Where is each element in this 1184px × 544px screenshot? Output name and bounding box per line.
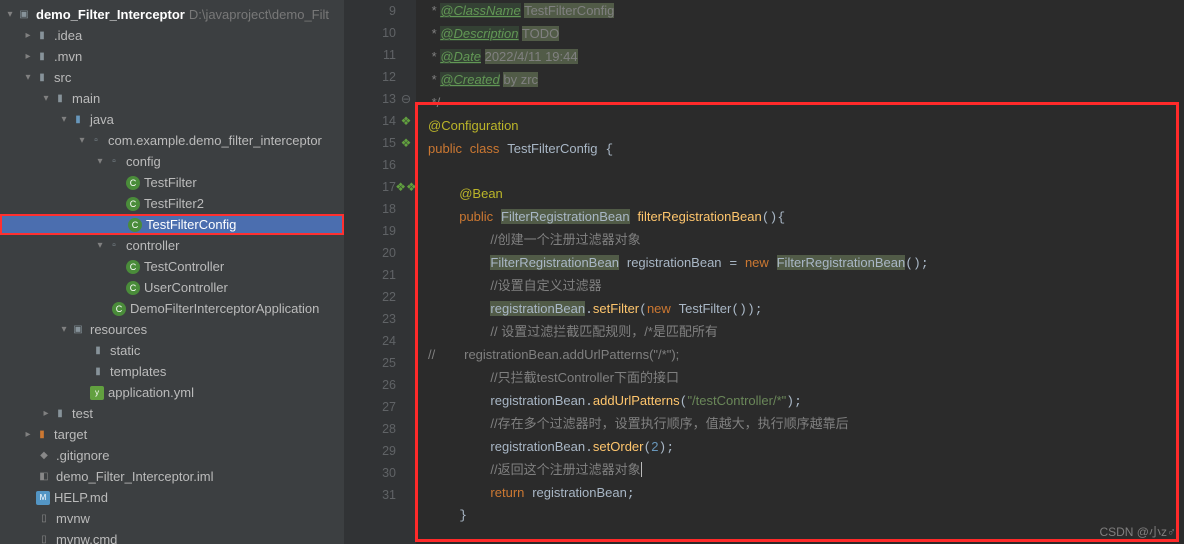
line-number: 26 [344, 374, 396, 396]
file-icon: ▯ [36, 532, 52, 544]
line-number: 12 [344, 66, 396, 88]
resources-folder-icon: ▣ [70, 322, 86, 338]
tree-item[interactable]: CTestFilter [0, 172, 344, 193]
fold-icon[interactable]: ⊖ [398, 88, 414, 110]
chevron-down-icon: ▾ [94, 156, 106, 167]
line-number: 11 [344, 44, 396, 66]
tree-item[interactable]: ▸▮.idea [0, 25, 344, 46]
tree-item[interactable]: CTestFilter2 [0, 193, 344, 214]
tree-item[interactable]: CDemoFilterInterceptorApplication [0, 298, 344, 319]
line-number: 27 [344, 396, 396, 418]
class-icon: C [126, 197, 140, 211]
line-number: 29 [344, 440, 396, 462]
tree-item[interactable]: CTestController [0, 256, 344, 277]
line-number: 17 [344, 176, 396, 198]
tree-item-selected[interactable]: CTestFilterConfig [0, 214, 344, 235]
gutter-bean-icon[interactable]: ❖❖ [398, 176, 414, 198]
project-tree[interactable]: ▾ ▣ demo_Filter_Interceptor D:\javaproje… [0, 0, 344, 544]
line-number: 15 [344, 132, 396, 154]
line-number: 20 [344, 242, 396, 264]
class-icon: C [126, 176, 140, 190]
class-icon: C [128, 218, 142, 232]
tree-item[interactable]: ▾▫com.example.demo_filter_interceptor [0, 130, 344, 151]
chevron-down-icon: ▾ [58, 324, 70, 335]
chevron-down-icon: ▾ [4, 9, 16, 20]
line-number: 18 [344, 198, 396, 220]
tree-item[interactable]: ▸▮target [0, 424, 344, 445]
excluded-folder-icon: ▮ [34, 427, 50, 443]
line-number: 14 [344, 110, 396, 132]
tree-item[interactable]: ◆.gitignore [0, 445, 344, 466]
tree-item[interactable]: ▯mvnw.cmd [0, 529, 344, 544]
chevron-right-icon: ▸ [22, 429, 34, 440]
yaml-file-icon: y [90, 386, 104, 400]
folder-icon: ▮ [34, 70, 50, 86]
tree-item[interactable]: ▾▫controller [0, 235, 344, 256]
folder-icon: ▮ [34, 49, 50, 65]
line-number: 24 [344, 330, 396, 352]
line-number: 23 [344, 308, 396, 330]
source-folder-icon: ▮ [70, 112, 86, 128]
gutter: 9 10 11 12 13 14 15 16 17 18 19 20 21 22… [344, 0, 416, 544]
tree-item[interactable]: ▾▮java [0, 109, 344, 130]
chevron-right-icon: ▸ [22, 30, 34, 41]
line-number: 28 [344, 418, 396, 440]
tree-item[interactable]: ▸▮.mvn [0, 46, 344, 67]
line-number: 16 [344, 154, 396, 176]
chevron-down-icon: ▾ [94, 240, 106, 251]
tree-root[interactable]: ▾ ▣ demo_Filter_Interceptor D:\javaproje… [0, 4, 344, 25]
line-number: 22 [344, 286, 396, 308]
chevron-down-icon: ▾ [58, 114, 70, 125]
line-number: 21 [344, 264, 396, 286]
tree-item[interactable]: ▾▣resources [0, 319, 344, 340]
chevron-right-icon: ▸ [22, 51, 34, 62]
watermark: CSDN @小z♂ [1099, 523, 1176, 540]
chevron-right-icon: ▸ [40, 408, 52, 419]
tree-item[interactable]: ▾▮src [0, 67, 344, 88]
tree-item[interactable]: MHELP.md [0, 487, 344, 508]
class-icon: C [112, 302, 126, 316]
package-icon: ▫ [88, 133, 104, 149]
tree-item[interactable]: CUserController [0, 277, 344, 298]
gutter-bean-icon[interactable]: ❖ [398, 110, 414, 132]
gitignore-file-icon: ◆ [36, 448, 52, 464]
chevron-down-icon: ▾ [76, 135, 88, 146]
line-number: 13 [344, 88, 396, 110]
tree-item[interactable]: ◧demo_Filter_Interceptor.iml [0, 466, 344, 487]
package-icon: ▫ [106, 154, 122, 170]
package-icon: ▫ [106, 238, 122, 254]
tree-item[interactable]: ▯mvnw [0, 508, 344, 529]
tree-item[interactable]: ▮templates [0, 361, 344, 382]
class-icon: C [126, 281, 140, 295]
gutter-bean-icon[interactable]: ❖ [398, 132, 414, 154]
chevron-down-icon: ▾ [40, 93, 52, 104]
line-number: 9 [344, 0, 396, 22]
folder-icon: ▮ [52, 91, 68, 107]
markdown-file-icon: M [36, 491, 50, 505]
line-number: 31 [344, 484, 396, 506]
line-number: 25 [344, 352, 396, 374]
project-icon: ▣ [16, 7, 32, 23]
project-path: D:\javaproject\demo_Filt [189, 7, 329, 22]
code-editor[interactable]: 9 10 11 12 13 14 15 16 17 18 19 20 21 22… [344, 0, 1184, 544]
line-number: 30 [344, 462, 396, 484]
folder-icon: ▮ [90, 364, 106, 380]
iml-file-icon: ◧ [36, 469, 52, 485]
chevron-down-icon: ▾ [22, 72, 34, 83]
folder-icon: ▮ [52, 406, 68, 422]
class-icon: C [126, 260, 140, 274]
folder-icon: ▮ [90, 343, 106, 359]
tree-item[interactable]: ▾▫config [0, 151, 344, 172]
tree-item[interactable]: ▮static [0, 340, 344, 361]
tree-item[interactable]: ▸▮test [0, 403, 344, 424]
tree-item[interactable]: yapplication.yml [0, 382, 344, 403]
folder-icon: ▮ [34, 28, 50, 44]
project-name: demo_Filter_Interceptor [36, 7, 185, 22]
tree-item[interactable]: ▾▮main [0, 88, 344, 109]
line-number: 19 [344, 220, 396, 242]
line-number: 10 [344, 22, 396, 44]
file-icon: ▯ [36, 511, 52, 527]
code-area[interactable]: * @ClassName TestFilterConfig * @Descrip… [416, 0, 1184, 544]
